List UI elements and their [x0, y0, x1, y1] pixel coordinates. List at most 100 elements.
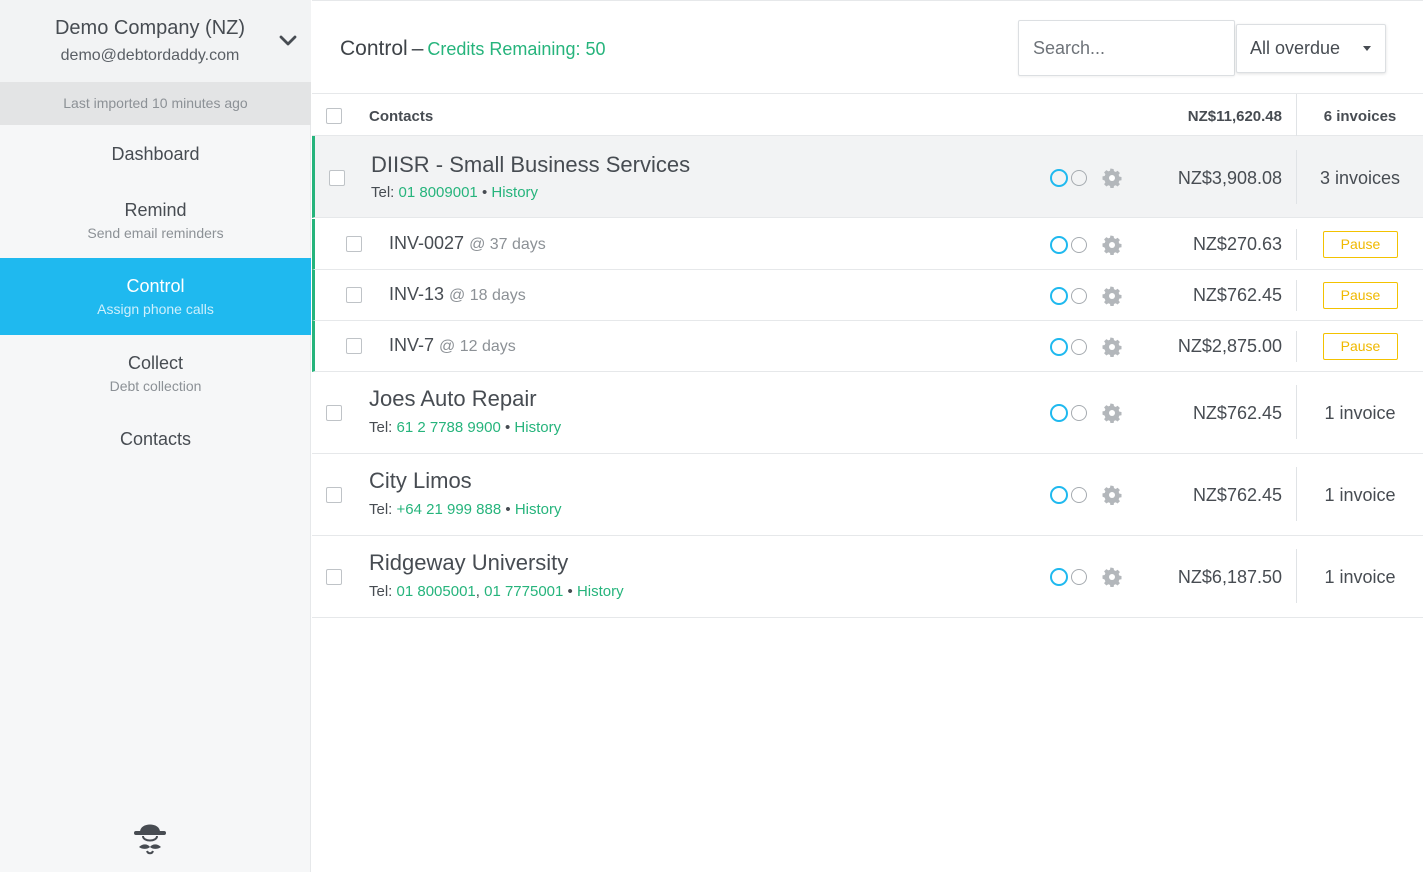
status-circle-inactive[interactable] — [1071, 487, 1087, 503]
phone-link[interactable]: +64 21 999 888 — [397, 501, 502, 518]
contact-amount: NZ$3,908.08 — [1177, 168, 1282, 188]
history-link[interactable]: History — [515, 501, 562, 518]
invoice-label: INV-13 @ 18 days — [389, 284, 526, 305]
nav-remind-subtitle: Send email reminders — [87, 225, 224, 241]
invoice-label: INV-7 @ 12 days — [389, 335, 516, 356]
gear-icon[interactable] — [1102, 567, 1122, 587]
contact-row[interactable]: Ridgeway University Tel: 01 8005001, 01 … — [312, 536, 1423, 618]
nav-remind[interactable]: Remind Send email reminders — [0, 181, 311, 258]
contact-name: City Limos — [369, 468, 472, 493]
nav-collect-label: Collect — [127, 353, 184, 373]
status-circle-active[interactable] — [1050, 568, 1068, 586]
status-circle-active[interactable] — [1050, 338, 1068, 356]
invoice-row[interactable]: INV-7 @ 12 days NZ$2,875.00 Pause — [312, 321, 1423, 372]
select-all-checkbox[interactable] — [326, 108, 342, 124]
bullet-separator: • — [504, 419, 511, 436]
contact-invoice-count: 3 invoices — [1319, 168, 1401, 188]
nav-collect[interactable]: Collect Debt collection — [0, 335, 311, 412]
status-circle-inactive[interactable] — [1071, 170, 1087, 186]
page-title-text: Control — [340, 37, 408, 60]
pause-button[interactable]: Pause — [1323, 333, 1398, 360]
contact-name: Joes Auto Repair — [369, 386, 537, 411]
status-circle-active[interactable] — [1050, 169, 1068, 187]
row-checkbox[interactable] — [326, 569, 342, 585]
search-input[interactable] — [1018, 20, 1235, 76]
phone-link[interactable]: 61 2 7788 9900 — [397, 419, 501, 436]
nav-contacts-label: Contacts — [119, 429, 192, 449]
status-circle-inactive[interactable] — [1071, 569, 1087, 585]
contact-row[interactable]: Joes Auto Repair Tel: 61 2 7788 9900 • H… — [312, 372, 1423, 454]
caret-down-icon — [1363, 46, 1371, 51]
contact-row[interactable]: DIISR - Small Business Services Tel: 01 … — [312, 136, 1423, 218]
nav-dashboard[interactable]: Dashboard — [0, 125, 311, 181]
company-switcher[interactable]: Demo Company (NZ) demo@debtordaddy.com — [0, 0, 311, 82]
gear-icon[interactable] — [1102, 168, 1122, 188]
total-amount: NZ$11,620.48 — [1187, 108, 1282, 125]
phone-link[interactable]: 01 8009001 — [399, 184, 478, 201]
nav-remind-label: Remind — [124, 200, 187, 220]
invoice-id: INV-13 — [389, 284, 445, 304]
credits-remaining: Credits Remaining: 50 — [427, 39, 606, 59]
chevron-down-icon[interactable] — [277, 30, 299, 52]
status-circles-icon[interactable] — [1050, 404, 1090, 422]
invoice-checkbox[interactable] — [346, 236, 362, 252]
comma-separator: , — [475, 583, 480, 600]
contacts-column-header: Contacts — [369, 108, 434, 125]
gear-icon[interactable] — [1102, 286, 1122, 306]
status-circle-active[interactable] — [1050, 236, 1068, 254]
status-circle-inactive[interactable] — [1071, 237, 1087, 253]
sidebar: Demo Company (NZ) demo@debtordaddy.com L… — [0, 0, 311, 872]
gear-icon[interactable] — [1102, 235, 1122, 255]
contact-name: DIISR - Small Business Services — [371, 152, 691, 177]
status-circles-icon[interactable] — [1050, 169, 1090, 187]
contact-tel: Tel: +64 21 999 888 • History — [369, 501, 561, 518]
row-checkbox[interactable] — [326, 405, 342, 421]
title-dash: – — [411, 37, 424, 60]
invoice-amount: NZ$2,875.00 — [1177, 336, 1282, 356]
overdue-filter-value: All overdue — [1250, 38, 1341, 58]
contact-invoice-count: 1 invoice — [1324, 567, 1396, 587]
status-circle-inactive[interactable] — [1071, 288, 1087, 304]
invoice-row[interactable]: INV-0027 @ 37 days NZ$270.63 Pause — [312, 219, 1423, 270]
pause-button[interactable]: Pause — [1323, 231, 1398, 258]
contact-row[interactable]: City Limos Tel: +64 21 999 888 • History… — [312, 454, 1423, 536]
phone-link[interactable]: 01 8005001 — [397, 583, 476, 600]
status-circle-inactive[interactable] — [1071, 405, 1087, 421]
invoice-amount: NZ$270.63 — [1192, 234, 1282, 254]
gear-icon[interactable] — [1102, 403, 1122, 423]
nav-control[interactable]: Control Assign phone calls — [0, 258, 311, 335]
status-circle-active[interactable] — [1050, 404, 1068, 422]
status-circles-icon[interactable] — [1050, 568, 1090, 586]
row-checkbox[interactable] — [326, 487, 342, 503]
row-checkbox[interactable] — [329, 170, 345, 186]
status-circles-icon[interactable] — [1050, 486, 1090, 504]
history-link[interactable]: History — [577, 583, 624, 600]
nav-contacts[interactable]: Contacts — [0, 412, 311, 468]
contact-name: Ridgeway University — [369, 550, 569, 575]
tel-label: Tel: — [369, 583, 393, 600]
invoice-row[interactable]: INV-13 @ 18 days NZ$762.45 Pause — [312, 270, 1423, 321]
status-circle-active[interactable] — [1050, 486, 1068, 504]
history-link[interactable]: History — [491, 184, 538, 201]
invoice-days: @ 18 days — [449, 287, 526, 304]
phone-link[interactable]: 01 7775001 — [484, 583, 563, 600]
overdue-filter-select[interactable]: All overdue — [1236, 24, 1386, 73]
invoice-days: @ 12 days — [439, 338, 516, 355]
contact-amount: NZ$762.45 — [1192, 485, 1282, 505]
invoice-days: @ 37 days — [469, 236, 546, 253]
status-circles-icon[interactable] — [1050, 338, 1090, 356]
pause-button[interactable]: Pause — [1323, 282, 1398, 309]
status-circles-icon[interactable] — [1050, 236, 1090, 254]
status-circle-active[interactable] — [1050, 287, 1068, 305]
invoice-checkbox[interactable] — [346, 338, 362, 354]
contact-tel: Tel: 01 8005001, 01 7775001 • History — [369, 583, 624, 600]
invoice-checkbox[interactable] — [346, 287, 362, 303]
gear-icon[interactable] — [1102, 485, 1122, 505]
status-circles-icon[interactable] — [1050, 287, 1090, 305]
invoice-id: INV-0027 — [389, 233, 465, 253]
history-link[interactable]: History — [514, 419, 561, 436]
column-divider — [1296, 229, 1297, 260]
status-circle-inactive[interactable] — [1071, 339, 1087, 355]
column-divider — [1296, 280, 1297, 311]
gear-icon[interactable] — [1102, 337, 1122, 357]
